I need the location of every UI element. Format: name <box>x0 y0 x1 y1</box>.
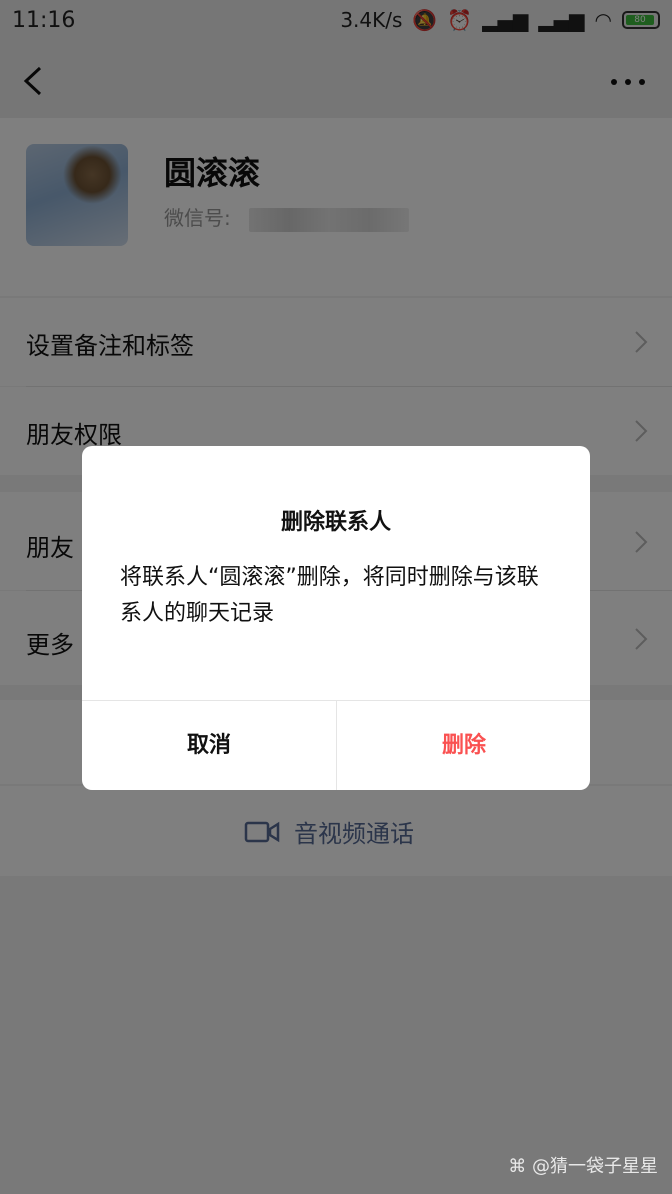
dialog-message: 将联系人“圆滚滚”删除，将同时删除与该联系人的聊天记录 <box>120 565 539 626</box>
delete-button[interactable]: 删除 <box>337 701 590 790</box>
watermark: ⌘ @猜一袋子星星 <box>508 1156 658 1177</box>
dialog-title: 删除联系人 <box>280 510 391 535</box>
cancel-button[interactable]: 取消 <box>82 701 336 790</box>
delete-contact-dialog: 删除联系人 将联系人“圆滚滚”删除，将同时删除与该联系人的聊天记录 取消 删除 <box>82 446 590 790</box>
